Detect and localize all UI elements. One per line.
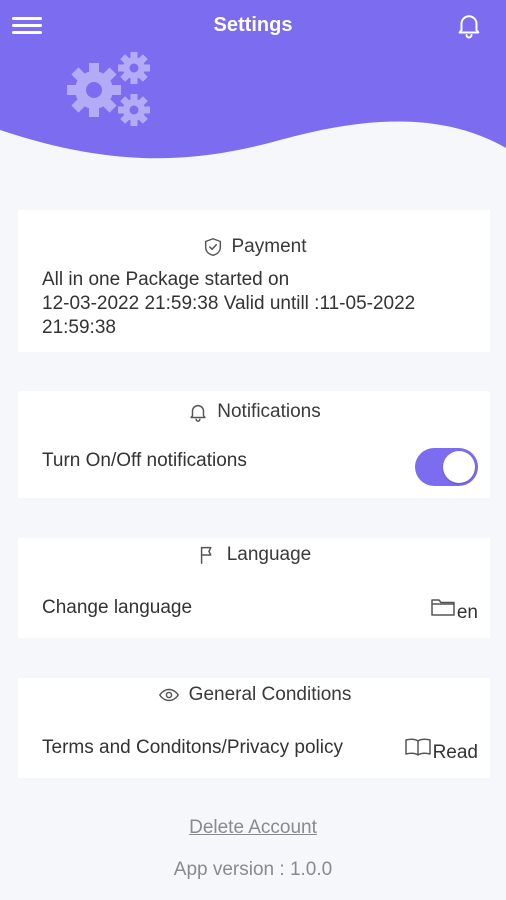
notifications-toggle[interactable] [415, 448, 478, 486]
payment-title: Payment [231, 236, 307, 257]
folder-icon [430, 596, 456, 624]
payment-header: Payment [18, 236, 490, 258]
payment-package-line: All in one Package started on [42, 269, 290, 290]
notifications-title: Notifications [217, 401, 321, 422]
payment-card: Payment All in one Package started on 12… [18, 210, 490, 352]
book-icon [404, 736, 432, 764]
change-language-label: Change language [42, 597, 193, 618]
eye-icon [157, 684, 181, 706]
bell-icon [187, 401, 209, 423]
language-value: en [456, 602, 478, 623]
notifications-label: Turn On/Off notifications [42, 450, 247, 471]
language-selector[interactable]: en [430, 596, 478, 624]
general-conditions-header: General Conditions [18, 684, 490, 706]
terms-label: Terms and Conditons/Privacy policy [42, 737, 343, 758]
payment-details: All in one Package started on 12-03-2022… [42, 268, 482, 340]
shield-check-icon [202, 236, 224, 258]
general-conditions-title: General Conditions [188, 684, 352, 705]
top-bar: Settings [0, 0, 506, 52]
payment-time-line: 21:59:38 [42, 317, 116, 338]
page-title: Settings [213, 14, 293, 36]
language-card: Language Change language en [18, 538, 490, 638]
toggle-knob [443, 451, 475, 483]
flag-icon [197, 544, 219, 566]
read-label: Read [432, 742, 478, 763]
app-version: App version : 1.0.0 [173, 859, 333, 880]
gears-icon [67, 52, 150, 126]
delete-account-link[interactable]: Delete Account [0, 817, 506, 839]
language-header: Language [18, 544, 490, 566]
settings-screen: Settings Payment All in one Package star… [0, 0, 506, 900]
notifications-header: Notifications [18, 401, 490, 423]
read-terms-button[interactable]: Read [404, 736, 478, 764]
payment-dates-line: 12-03-2022 21:59:38 Valid untill :11-05-… [42, 293, 416, 314]
bell-icon[interactable] [454, 10, 484, 40]
general-conditions-card: General Conditions Terms and Conditons/P… [18, 678, 490, 778]
language-title: Language [226, 544, 312, 565]
notifications-card: Notifications Turn On/Off notifications [18, 391, 490, 498]
